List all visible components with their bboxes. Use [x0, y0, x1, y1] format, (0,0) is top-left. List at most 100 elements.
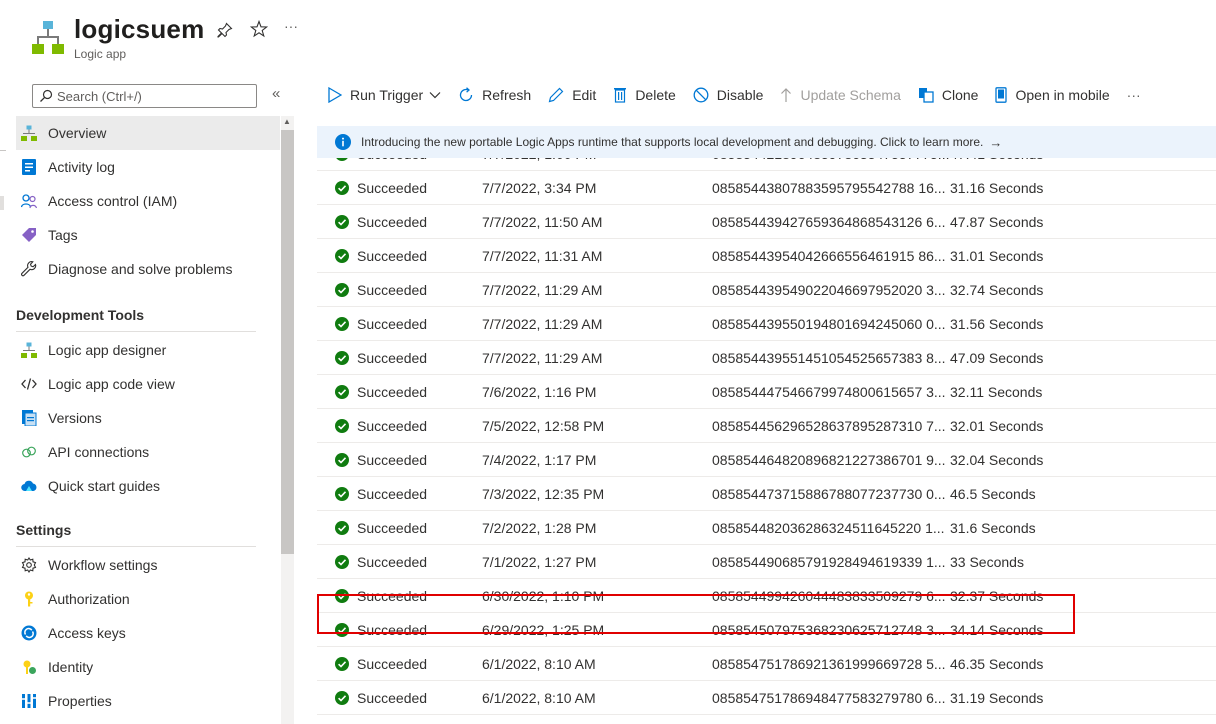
run-identifier: 085854439550194801694245060 0...: [712, 316, 946, 332]
run-start-time: 7/7/2022, 11:29 AM: [482, 282, 603, 298]
more-commands-button[interactable]: ···: [1127, 87, 1141, 103]
sidebar-item-code-view[interactable]: Logic app code view: [16, 367, 280, 401]
table-row[interactable]: Succeeded 7/7/2022, 11:29 AM 0858544395490…: [317, 272, 1216, 307]
update-schema-button[interactable]: Update Schema: [780, 87, 901, 103]
sidebar-item-identity[interactable]: Identity: [16, 650, 280, 684]
run-identifier: 085854439549022046697952020 3...: [712, 282, 946, 298]
refresh-label: Refresh: [482, 87, 532, 103]
chevron-down-icon: [429, 92, 441, 99]
search-input[interactable]: [57, 88, 247, 104]
sidebar-item-activity-log[interactable]: Activity log: [16, 150, 280, 184]
run-duration: 33 Seconds: [950, 554, 1024, 570]
table-row[interactable]: Succeeded 7/4/2022, 1:17 PM 08585446482089…: [317, 442, 1216, 477]
run-duration: 34.14 Seconds: [950, 622, 1044, 638]
table-row[interactable]: Succeeded 7/7/2022, 3:34 PM 08585443807883…: [317, 170, 1216, 205]
table-row[interactable]: Succeeded 7/3/2022, 12:35 PM 0858544737158…: [317, 476, 1216, 511]
run-duration: 32.74 Seconds: [950, 282, 1044, 298]
star-icon[interactable]: [249, 19, 269, 43]
info-banner[interactable]: Introducing the new portable Logic Apps …: [317, 126, 1216, 158]
run-duration: 31.16 Seconds: [950, 180, 1044, 196]
run-status: Succeeded: [335, 656, 427, 672]
run-trigger-label: Run Trigger: [350, 87, 424, 103]
run-identifier: 085854490685791928494619339 1...: [712, 554, 946, 570]
open-in-mobile-button[interactable]: Open in mobile: [995, 87, 1110, 103]
sidebar-item-workflow-settings[interactable]: Workflow settings: [16, 548, 280, 582]
run-duration: 46.5 Seconds: [950, 486, 1036, 502]
run-duration: 31.56 Seconds: [950, 316, 1044, 332]
run-start-time: 7/2/2022, 1:28 PM: [482, 520, 597, 536]
sidebar-item-label: Workflow settings: [48, 557, 158, 573]
run-identifier: 085854751786948477583279780 6...: [712, 690, 946, 706]
sidebar-item-label: Access control (IAM): [48, 193, 178, 209]
delete-button[interactable]: Delete: [613, 87, 676, 103]
success-check-icon: [335, 317, 349, 331]
run-identifier: 085854447546679974800615657 3...: [712, 384, 946, 400]
versions-icon: [21, 410, 37, 426]
edit-button[interactable]: Edit: [548, 87, 596, 103]
properties-icon: [21, 693, 37, 709]
run-status: Succeeded: [335, 554, 427, 570]
more-options-icon[interactable]: ···: [284, 18, 298, 34]
table-row[interactable]: Succeeded 7/7/2022, 11:29 AM 0858544395501…: [317, 306, 1216, 341]
disable-button[interactable]: Disable: [693, 87, 764, 103]
banner-text: Introducing the new portable Logic Apps …: [361, 135, 984, 149]
trash-icon: [614, 88, 627, 103]
table-row[interactable]: Succeeded 6/1/2022, 8:10 AM 08585475178694…: [317, 680, 1216, 715]
run-duration: 31.01 Seconds: [950, 248, 1044, 264]
pin-icon[interactable]: [217, 22, 233, 43]
disable-icon: [693, 87, 709, 103]
section-development-tools: Development Tools: [16, 307, 256, 332]
sidebar-item-tags[interactable]: Tags: [16, 218, 280, 252]
sidebar-item-overview[interactable]: Overview: [16, 116, 280, 150]
sidebar-item-authorization[interactable]: Authorization: [16, 582, 280, 616]
sidebar-item-label: Logic app code view: [48, 376, 175, 392]
sidebar-item-api-connections[interactable]: API connections: [16, 435, 280, 469]
sidebar-item-versions[interactable]: Versions: [16, 401, 280, 435]
run-status: Succeeded: [335, 316, 427, 332]
run-status-label: Succeeded: [357, 418, 428, 434]
table-row[interactable]: Succeeded 7/7/2022, 11:50 AM 0858544394276…: [317, 204, 1216, 239]
sidebar-item-quick-start[interactable]: Quick start guides: [16, 469, 280, 503]
table-row[interactable]: Succeeded 7/7/2022, 11:29 AM 0858544395514…: [317, 340, 1216, 375]
sidebar-item-logic-app-designer[interactable]: Logic app designer: [16, 333, 280, 367]
table-row[interactable]: Succeeded 7/7/2022, 11:31 AM 0858544395404…: [317, 238, 1216, 273]
run-identifier: 08585443807883595795542788 16...: [712, 180, 946, 196]
sidebar-item-label: API connections: [48, 444, 150, 460]
table-row[interactable]: Succeeded 7/2/2022, 1:28 PM 08585448203628…: [317, 510, 1216, 545]
code-icon: [21, 376, 37, 392]
collapse-sidebar-button[interactable]: «: [272, 85, 280, 102]
sidebar-item-access-keys[interactable]: Access keys: [16, 616, 280, 650]
disable-label: Disable: [716, 87, 764, 103]
table-row[interactable]: Succeeded 7/5/2022, 12:58 PM 0858544562965…: [317, 408, 1216, 443]
sidebar-item-label: Identity: [48, 659, 94, 675]
search-box[interactable]: [32, 84, 257, 108]
search-icon: [40, 89, 53, 102]
table-row[interactable]: Succeeded 7/1/2022, 1:27 PM 08585449068579…: [317, 544, 1216, 579]
refresh-button[interactable]: Refresh: [458, 87, 531, 103]
table-row[interactable]: Succeeded 7/6/2022, 1:16 PM 08585444754667…: [317, 374, 1216, 409]
run-duration: 32.04 Seconds: [950, 452, 1044, 468]
sidebar-item-diagnose[interactable]: Diagnose and solve problems: [16, 252, 280, 286]
run-duration: 32.01 Seconds: [950, 418, 1044, 434]
clone-button[interactable]: Clone: [918, 87, 978, 103]
run-status: Succeeded: [335, 384, 427, 400]
section-settings: Settings: [16, 522, 256, 547]
iam-icon: [21, 193, 37, 209]
success-check-icon: [335, 181, 349, 195]
scroll-up-arrow-icon[interactable]: ▲: [283, 117, 291, 126]
identity-icon: [21, 659, 37, 675]
table-row[interactable]: Succeeded 6/29/2022, 1:25 PM 0858545079753…: [317, 612, 1216, 647]
success-check-icon: [335, 487, 349, 501]
sidebar-item-properties[interactable]: Properties: [16, 684, 280, 718]
run-status-label: Succeeded: [357, 316, 428, 332]
run-status-label: Succeeded: [357, 690, 428, 706]
run-trigger-button[interactable]: Run Trigger: [328, 87, 441, 103]
sidebar-item-access-control[interactable]: Access control (IAM): [16, 184, 280, 218]
run-status: Succeeded: [335, 248, 427, 264]
sidebar-scrollbar-thumb[interactable]: [281, 130, 294, 554]
run-start-time: 7/7/2022, 1:00 PM: [482, 158, 596, 162]
run-start-time: 6/29/2022, 1:25 PM: [482, 622, 605, 638]
table-row[interactable]: Succeeded 6/30/2022, 1:10 PM 0858544994260…: [317, 578, 1216, 613]
sidebar-item-label: Authorization: [48, 591, 130, 607]
table-row[interactable]: Succeeded 6/1/2022, 8:10 AM 08585475178692…: [317, 646, 1216, 681]
